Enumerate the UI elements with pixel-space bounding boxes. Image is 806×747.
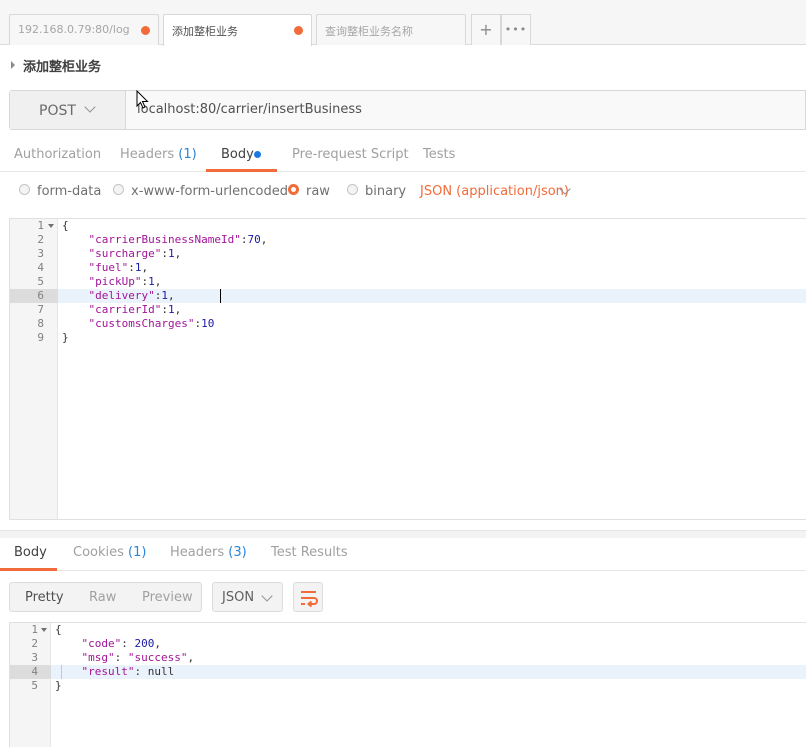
resp-headers-count: (3) [228,545,247,560]
raw-label[interactable]: raw [306,184,330,199]
tab-pre-request-script[interactable]: Pre-request Script [292,147,409,162]
method-label: POST [39,103,76,119]
line-number: 5 [31,679,38,692]
request-tab-bar: 192.168.0.79:80/login? 添加整柜业务 查询整柜业务名称 +… [0,0,806,46]
fold-toggle-icon[interactable] [41,628,47,632]
resp-tab-body[interactable]: Body [14,545,47,560]
line-number: 1 [37,219,44,232]
response-tabs: Body Cookies (1) Headers (3) Test Result… [0,538,806,571]
line-number: 5 [37,275,44,288]
body-type-selector: form-data x-www-form-urlencoded raw bina… [0,180,806,208]
mouse-pointer-icon [136,90,149,109]
urlencoded-label[interactable]: x-www-form-urlencoded [131,184,288,199]
chevron-down-icon [261,590,273,602]
line-number: 2 [37,233,44,246]
view-pretty-button[interactable]: Pretty [25,590,64,605]
tab-title: 查询整柜业务名称 [325,25,413,38]
binary-label[interactable]: binary [365,184,406,199]
fold-toggle-icon[interactable] [48,224,54,228]
url-input[interactable]: localhost:80/carrier/insertBusiness [137,102,362,117]
cookies-count: (1) [128,545,147,560]
code-line: "pickUp":1, [88,275,162,288]
code-line: "code": 200, [81,637,162,650]
request-title[interactable]: 添加整柜业务 [23,56,101,75]
code-line: "result": null [81,665,175,678]
caret-right-icon[interactable] [11,61,15,69]
request-body-editor[interactable]: 1 2 3 4 5 6 7 8 9 { "carrierBusinessName… [9,218,806,520]
pane-divider[interactable] [0,530,806,538]
tab-headers-label: Headers [120,147,175,162]
code-line: } [62,331,69,344]
view-preview-button[interactable]: Preview [142,590,193,605]
tab-body[interactable]: Body [221,147,254,162]
text-caret [220,289,221,303]
unsaved-dot-icon [294,26,303,35]
code-line: "surcharge":1, [88,247,182,260]
line-number: 2 [31,637,38,650]
more-tabs-button[interactable]: ••• [501,14,531,45]
request-tab-add-business[interactable]: 添加整柜业务 [163,14,312,46]
resp-tab-headers[interactable]: Headers (3) [170,545,247,560]
request-tab-login[interactable]: 192.168.0.79:80/login? [9,14,159,45]
request-title-row: 添加整柜业务 [0,46,806,86]
format-label: JSON [222,590,255,605]
code-line: "carrierId":1, [88,303,182,316]
response-view-mode: Pretty Raw Preview [9,582,202,612]
tab-title: 添加整柜业务 [172,25,238,38]
radio-raw[interactable] [288,184,299,195]
line-number: 4 [37,261,44,274]
code-line: } [55,679,62,692]
line-number: 8 [37,317,44,330]
active-tab-indicator [206,169,277,172]
code-line: "msg": "success", [81,651,195,664]
tab-headers[interactable]: Headers (1) [120,147,197,162]
code-line: "fuel":1, [88,261,149,274]
resp-tab-test-results[interactable]: Test Results [271,545,348,560]
code-line: "carrierBusinessNameId":70, [88,233,268,246]
view-raw-button[interactable]: Raw [89,590,116,605]
form-data-label[interactable]: form-data [37,184,101,199]
tab-title: 192.168.0.79:80/login? [18,23,130,36]
line-number: 4 [31,665,38,678]
wrap-lines-icon [301,591,318,608]
code-line: "customsCharges":10 [88,317,215,330]
resp-headers-label: Headers [170,545,225,560]
radio-form-data[interactable] [19,184,30,195]
indent-guide [61,665,62,679]
response-body-viewer[interactable]: 1 2 3 4 5 { "code": 200, "msg": "success… [9,622,806,747]
wrap-lines-button[interactable] [293,582,323,612]
request-section-tabs: Authorization Headers (1) Body Pre-reque… [0,140,806,172]
cookies-label: Cookies [73,545,124,560]
line-number: 9 [37,331,44,344]
body-modified-dot-icon [254,151,261,158]
content-type-select[interactable]: JSON (application/json) [420,184,569,199]
resp-tab-cookies[interactable]: Cookies (1) [73,545,146,560]
code-line: "delivery":1, [88,289,175,302]
code-line: { [62,219,69,232]
radio-urlencoded[interactable] [113,184,124,195]
more-dots-icon: ••• [504,23,528,36]
request-tab-query-business[interactable]: 查询整柜业务名称 [316,14,466,45]
url-bar: POST localhost:80/carrier/insertBusiness [9,90,806,130]
line-number: 7 [37,303,44,316]
unsaved-dot-icon [141,26,150,35]
code-line: { [55,623,62,636]
new-tab-button[interactable]: + [471,14,501,45]
line-number: 3 [37,247,44,260]
radio-binary[interactable] [347,184,358,195]
chevron-down-icon [84,101,96,113]
line-number: 3 [31,651,38,664]
response-format-select[interactable]: JSON [212,582,283,612]
line-number: 1 [31,623,38,636]
tab-tests[interactable]: Tests [423,147,455,162]
active-response-tab-indicator [0,568,57,571]
headers-count: (1) [178,147,197,162]
plus-icon: + [479,20,493,39]
method-select[interactable]: POST [10,91,126,129]
tab-authorization[interactable]: Authorization [14,147,101,162]
line-number: 6 [37,289,44,302]
